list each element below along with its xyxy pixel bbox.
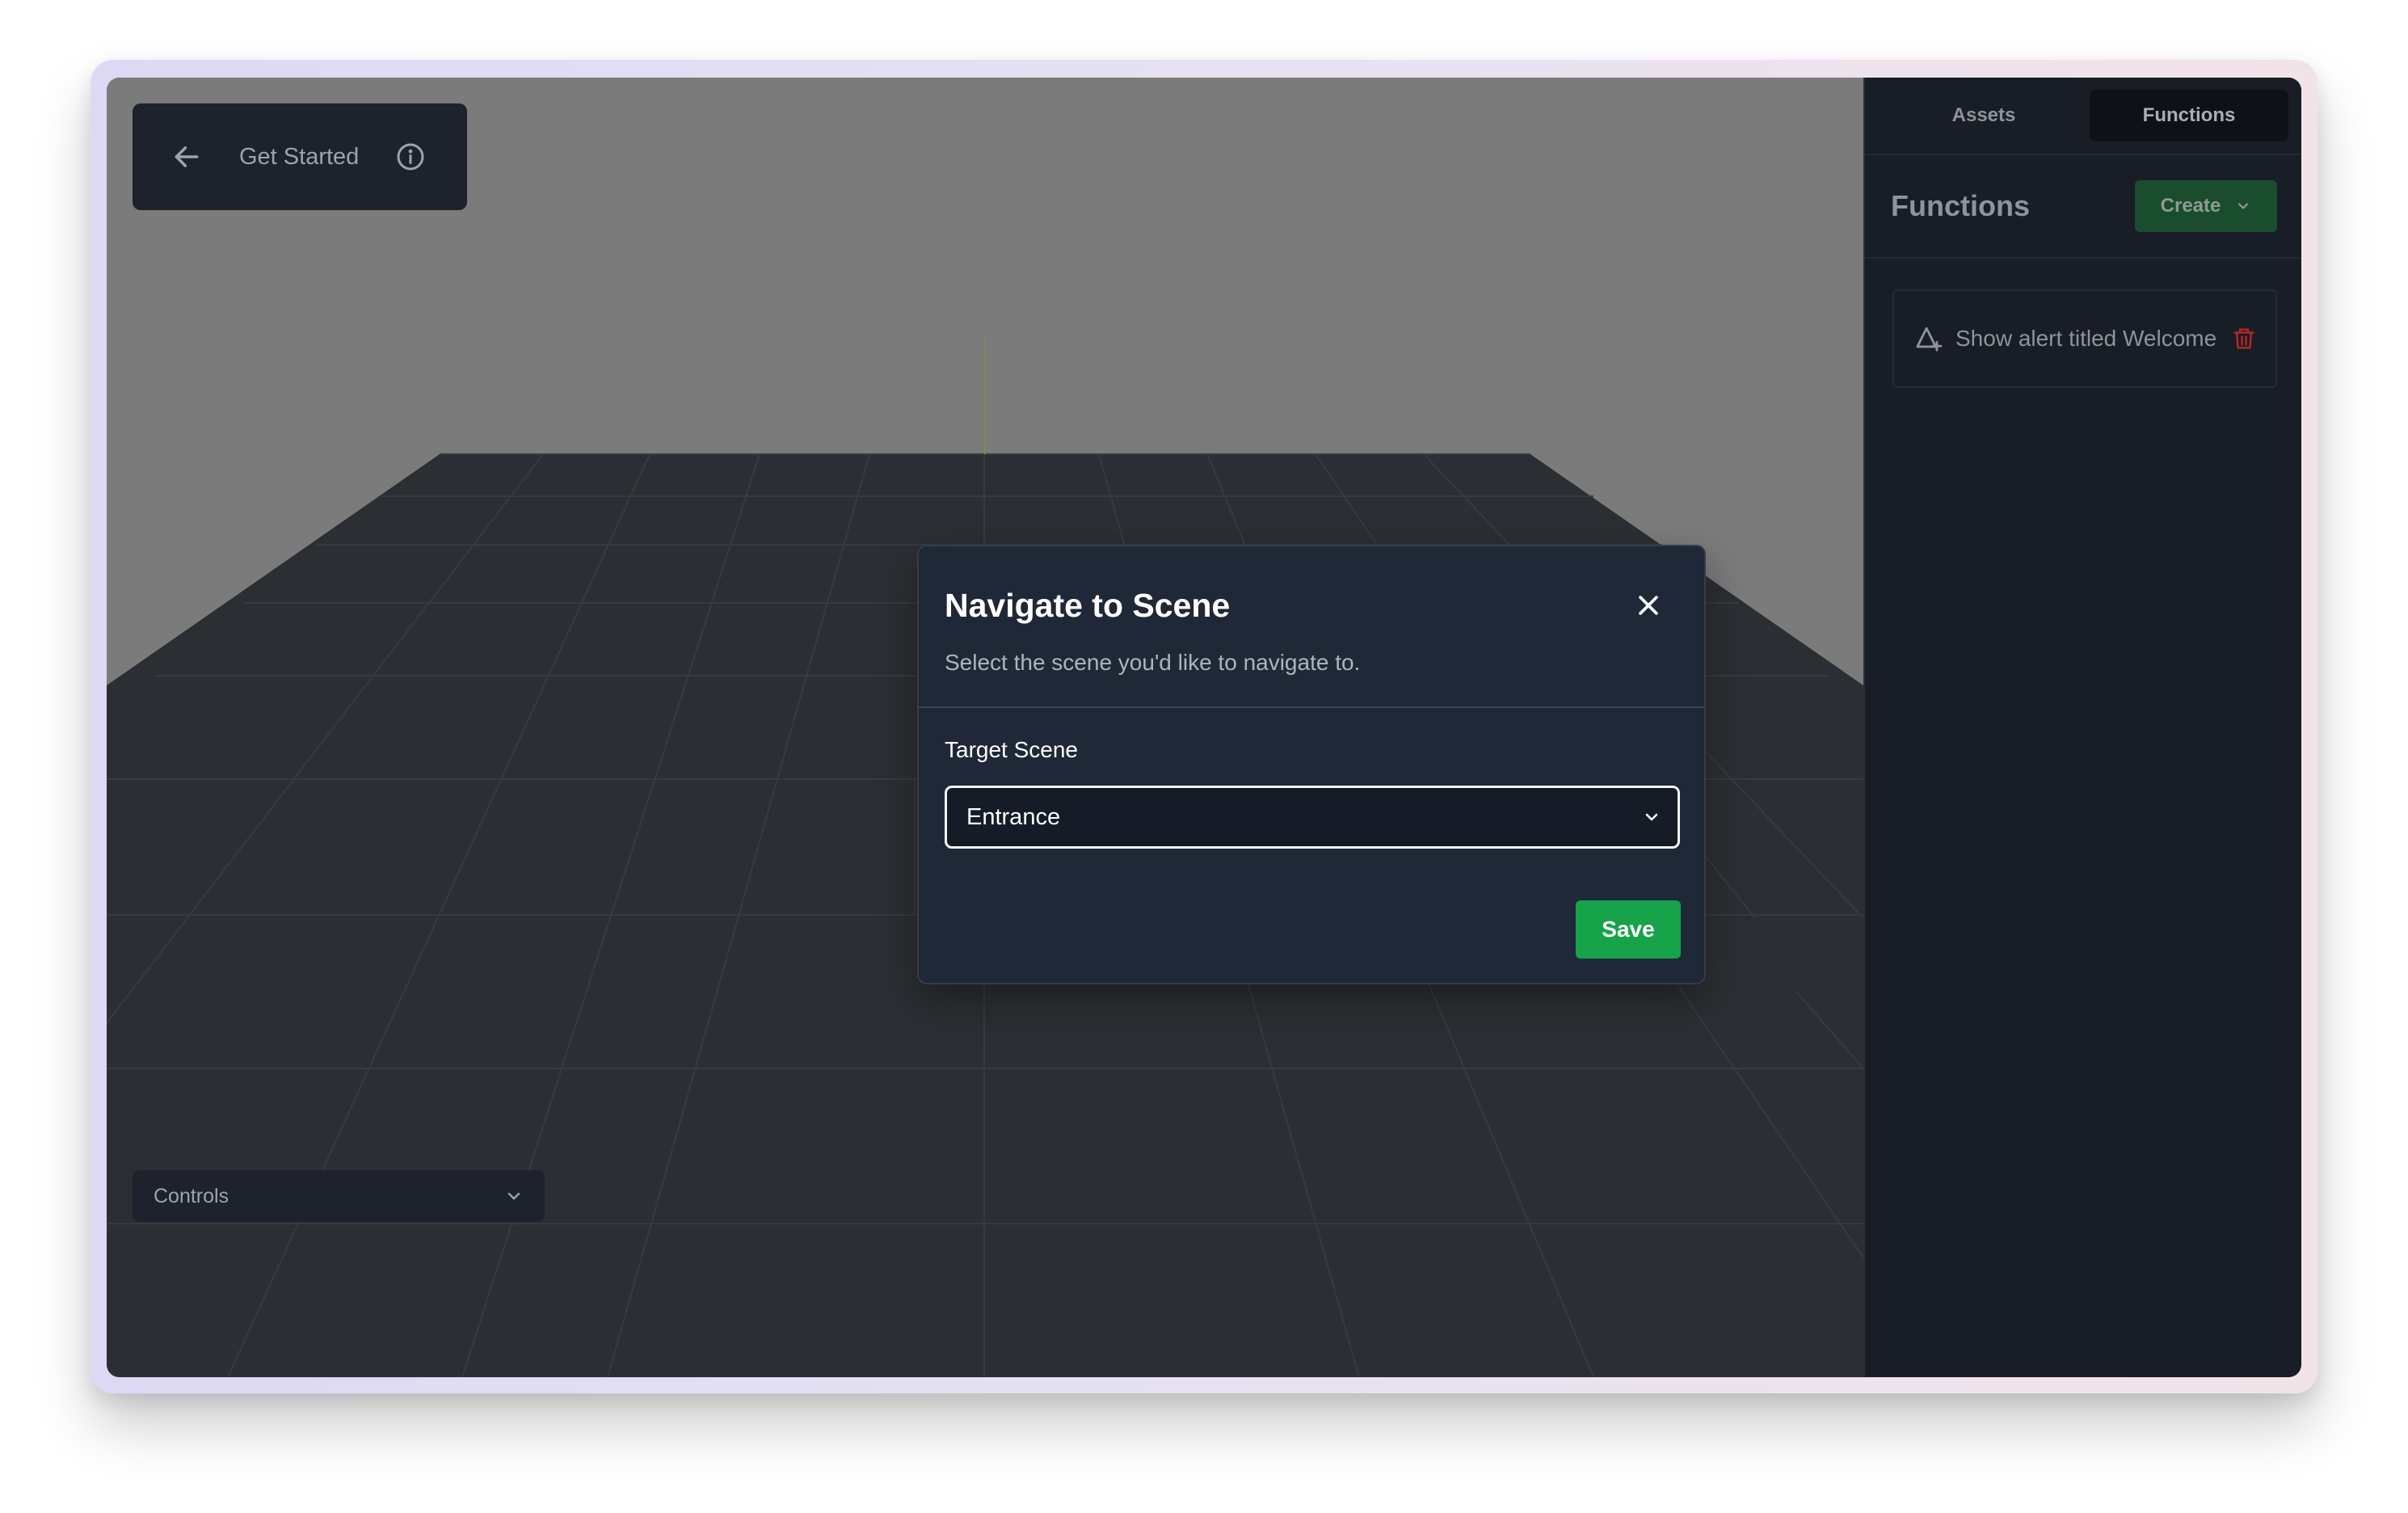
trash-icon[interactable]	[2232, 326, 2256, 352]
scene-viewport[interactable]: Get Started Controls Navigate to Scene S…	[107, 78, 1863, 1377]
function-label: Show alert titled Welcome	[1955, 326, 2217, 351]
create-label: Create	[2160, 195, 2221, 217]
right-panel: Assets Functions Functions Create Show a…	[1863, 78, 2301, 1377]
target-scene-label: Target Scene	[945, 737, 1078, 762]
tab-functions[interactable]: Functions	[2090, 90, 2288, 141]
close-button[interactable]	[1630, 587, 1667, 624]
chevron-down-icon	[1645, 813, 1658, 821]
tab-assets[interactable]: Assets	[1884, 90, 2083, 141]
close-icon	[1639, 596, 1658, 615]
alert-triangle-icon	[1916, 327, 1943, 352]
panel-tabs: Assets Functions	[1865, 78, 2301, 155]
save-button[interactable]: Save	[1576, 900, 1681, 959]
target-scene-select[interactable]: Entrance	[945, 786, 1680, 849]
selected-scene-value: Entrance	[966, 803, 1061, 830]
panel-header: Functions Create	[1865, 155, 2301, 259]
dialog-divider	[919, 706, 1704, 708]
function-item[interactable]: Show alert titled Welcome	[1892, 289, 2277, 388]
navigate-to-scene-dialog: Navigate to Scene Select the scene you'd…	[917, 545, 1706, 984]
chevron-down-icon	[2238, 203, 2249, 209]
create-button[interactable]: Create	[2135, 180, 2277, 232]
dialog-subtitle: Select the scene you'd like to navigate …	[945, 650, 1361, 675]
panel-title: Functions	[1891, 189, 2030, 222]
dialog-title: Navigate to Scene	[945, 587, 1231, 624]
app-window: Get Started Controls Navigate to Scene S…	[107, 78, 2301, 1377]
